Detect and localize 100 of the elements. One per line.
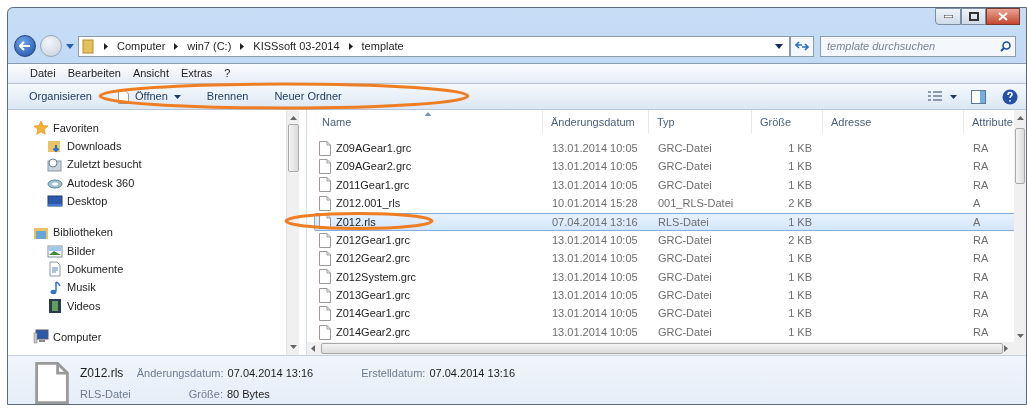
- file-row[interactable]: Z012Gear2.grc 13.01.2014 10:05 GRC-Datei 1 KB RA: [314, 249, 1014, 268]
- dropdown-arrow-icon[interactable]: [775, 43, 783, 49]
- table-cell-text: 07.04.2014 13:16: [551, 214, 639, 230]
- file-row[interactable]: Z011Gear1.grc 13.01.2014 10:05 GRC-Datei 1 KB RA: [314, 175, 1014, 195]
- file-row[interactable]: Z012.001_rls 10.01.2014 15:28 001_RLS-Datei 2 KB A: [314, 194, 1014, 213]
- document-icon: [47, 261, 63, 278]
- column-header[interactable]: Größe: [752, 110, 823, 134]
- file-icon: [319, 306, 331, 322]
- menu-item[interactable]: Datei: [29, 65, 57, 82]
- view-options-button[interactable]: [928, 90, 957, 103]
- table-cell-text: 13.01.2014 10:05: [551, 177, 639, 193]
- column-header[interactable]: Adresse: [823, 110, 964, 134]
- file-name: Z012Gear2.grc: [336, 251, 410, 267]
- table-cell-text: 10.01.2014 15:28: [551, 196, 639, 212]
- table-cell-text: GRC-Datei: [657, 306, 713, 322]
- table-cell-text: GRC-Datei: [657, 324, 713, 340]
- table-cell-text: GRC-Datei: [657, 159, 713, 175]
- column-header[interactable]: Name: [314, 110, 543, 134]
- table-cell-text: RLS-Datei: [657, 214, 710, 230]
- table-cell-text: RA: [972, 288, 990, 304]
- sidebar-item[interactable]: Zuletzt besucht: [33, 155, 286, 174]
- sidebar-item[interactable]: Musik: [33, 278, 286, 297]
- toolbar-button[interactable]: Brennen: [200, 85, 255, 108]
- sort-arrow-icon: [424, 112, 432, 116]
- file-row[interactable]: Z012.rls 07.04.2014 13:16 RLS-Datei 1 KB A: [314, 212, 1014, 231]
- scroll-thumb[interactable]: [287, 124, 299, 172]
- menu-item[interactable]: Extras: [180, 65, 214, 82]
- scroll-up-icon[interactable]: [289, 116, 297, 120]
- file-icon: [319, 140, 331, 156]
- preview-pane-icon[interactable]: [971, 89, 986, 104]
- breadcrumb[interactable]: Computer: [112, 37, 171, 55]
- table-cell-text: 1 KB: [787, 159, 813, 175]
- scroll-thumb[interactable]: [321, 343, 1003, 354]
- table-cell-text: GRC-Datei: [657, 269, 713, 285]
- table-cell-text: 13.01.2014 10:05: [551, 324, 639, 340]
- refresh-button[interactable]: [790, 35, 814, 57]
- table-cell-text: 001_RLS-Datei: [657, 196, 735, 212]
- file-name: Z012System.grc: [336, 269, 417, 285]
- computer-icon: [33, 329, 49, 346]
- file-icon: [319, 159, 331, 175]
- refresh-icon: [795, 41, 809, 51]
- breadcrumb[interactable]: template: [356, 37, 409, 55]
- table-cell-text: 13.01.2014 10:05: [551, 288, 639, 304]
- breadcrumb[interactable]: win7 (C:): [182, 37, 237, 55]
- toolbar-button[interactable]: Organisieren: [23, 85, 98, 108]
- table-cell-text: RA: [972, 140, 990, 156]
- file-row[interactable]: Z012System.grc 13.01.2014 10:05 GRC-Datei 1 KB RA: [314, 267, 1014, 287]
- sidebar-group[interactable]: Favoriten: [33, 119, 286, 137]
- scroll-left-icon[interactable]: [311, 345, 315, 352]
- menu-item[interactable]: Bearbeiten: [66, 65, 122, 82]
- sidebar-item[interactable]: Autodesk 360: [33, 173, 286, 193]
- file-row[interactable]: Z09AGear1.grc 13.01.2014 10:05 GRC-Datei 1 KB RA: [314, 139, 1014, 158]
- maximize-button[interactable]: [961, 8, 986, 25]
- vertical-scrollbar[interactable]: [286, 110, 299, 355]
- file-name: Z013Gear1.grc: [336, 288, 410, 304]
- sidebar-item[interactable]: Desktop: [33, 192, 286, 211]
- scroll-down-icon[interactable]: [289, 345, 297, 349]
- help-icon[interactable]: [1002, 88, 1018, 105]
- table-cell-text: 1 KB: [787, 140, 813, 156]
- address-field[interactable]: Computer win7 (C:) KISSsoft 03-2014 template: [78, 35, 790, 57]
- dropdown-arrow-icon: [950, 94, 957, 99]
- sidebar-item[interactable]: Videos: [33, 296, 286, 316]
- vertical-scrollbar[interactable]: [1014, 110, 1026, 342]
- table-cell-text: A: [972, 196, 982, 212]
- menu-item[interactable]: Ansicht: [131, 65, 170, 82]
- menu-item[interactable]: ?: [223, 65, 232, 82]
- file-name: Z09AGear2.grc: [336, 159, 412, 175]
- file-row[interactable]: Z014Gear2.grc 13.01.2014 10:05 GRC-Datei 1 KB RA: [314, 322, 1014, 342]
- table-cell-text: A: [972, 214, 982, 230]
- scroll-down-icon[interactable]: [1016, 334, 1024, 338]
- file-row[interactable]: Z012Gear1.grc 13.01.2014 10:05 GRC-Datei 2 KB RA: [314, 230, 1014, 250]
- file-icon: [319, 195, 331, 211]
- sidebar-item[interactable]: Bilder: [33, 241, 286, 260]
- toolbar-button[interactable]: Öffnen: [112, 85, 187, 108]
- sidebar-item[interactable]: Dokumente: [33, 259, 286, 279]
- breadcrumb[interactable]: KISSsoft 03-2014: [248, 37, 345, 55]
- file-name: Z014Gear2.grc: [336, 324, 410, 340]
- toolbar-button[interactable]: Neuer Ordner: [268, 85, 348, 108]
- sidebar-group[interactable]: Computer: [33, 328, 286, 347]
- desktop-icon: [47, 193, 63, 210]
- file-row[interactable]: Z09AGear2.grc 13.01.2014 10:05 GRC-Datei 1 KB RA: [314, 157, 1014, 176]
- table-cell-text: 1 KB: [787, 177, 813, 193]
- table-cell-text: 1 KB: [787, 324, 813, 340]
- file-row[interactable]: Z013Gear1.grc 13.01.2014 10:05 GRC-Datei 1 KB RA: [314, 286, 1014, 305]
- file-icon: [319, 232, 331, 248]
- back-button[interactable]: [14, 35, 36, 57]
- column-header[interactable]: Änderungsdatum: [543, 110, 649, 134]
- sidebar-group[interactable]: Bibliotheken: [33, 223, 286, 242]
- search-field[interactable]: template durchsuchen: [820, 35, 1016, 57]
- file-row[interactable]: Z014Gear1.grc 13.01.2014 10:05 GRC-Datei 1 KB RA: [314, 304, 1014, 323]
- download-folder-icon: [47, 138, 63, 155]
- close-button[interactable]: [986, 8, 1020, 25]
- scroll-thumb[interactable]: [1015, 128, 1025, 184]
- scroll-up-icon[interactable]: [1016, 116, 1024, 120]
- column-header[interactable]: Typ: [649, 110, 752, 134]
- horizontal-scrollbar[interactable]: [307, 342, 1026, 355]
- table-cell-text: 13.01.2014 10:05: [551, 140, 639, 156]
- sidebar-item[interactable]: Downloads: [33, 137, 286, 156]
- table-cell-text: 2 KB: [787, 196, 813, 212]
- file-name: Z012.rls: [336, 214, 376, 230]
